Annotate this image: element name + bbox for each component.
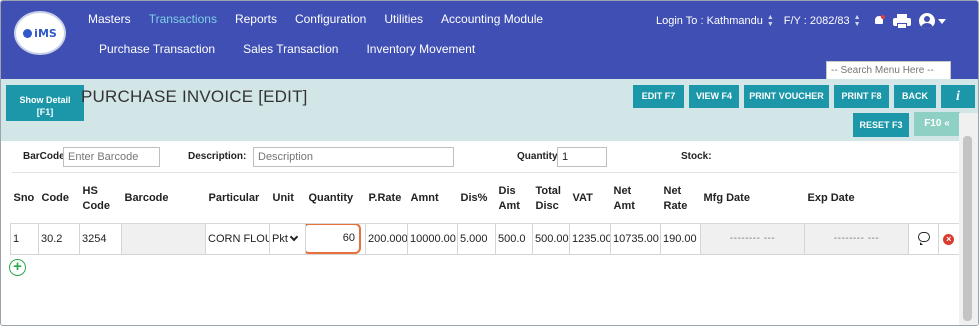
header-amnt: Amnt: [407, 175, 458, 224]
logo-icon: [23, 28, 33, 38]
cell-vat: 1235.00: [569, 222, 611, 255]
cell-amnt: 10000.00: [407, 222, 458, 255]
header-dis-amt: Dis Amt: [495, 175, 533, 224]
show-detail-button[interactable]: Show Detail [F1]: [6, 85, 84, 121]
header-code: Code: [38, 175, 80, 224]
user-toolbar: Login To : Kathmandu ▲ ▼ F/Y : 2082/83 ▲ ▼: [656, 13, 946, 29]
cell-dis-amt[interactable]: 500.0: [495, 222, 533, 255]
printer-icon[interactable]: [892, 13, 911, 29]
table-header-row: Sno Code HS Code Barcode Particular Unit …: [10, 175, 959, 224]
submenu-sales-transaction[interactable]: Sales Transaction: [243, 42, 338, 56]
invoice-items-table: Sno Code HS Code Barcode Particular Unit …: [10, 175, 959, 255]
header-dis-percent: Dis%: [457, 175, 496, 224]
menu-accounting-module[interactable]: Accounting Module: [441, 12, 543, 26]
main-menu: Masters Transactions Reports Configurati…: [88, 12, 561, 26]
description-label: Description:: [188, 151, 247, 162]
location-switch-icon[interactable]: ▲ ▼: [767, 14, 774, 28]
fy-switch-icon[interactable]: ▲ ▼: [854, 14, 861, 28]
add-row-icon[interactable]: +: [9, 259, 26, 276]
logo-text: iMS: [34, 26, 57, 40]
chevron-down-icon[interactable]: [937, 18, 946, 24]
fy-value[interactable]: 2082/83: [810, 15, 850, 27]
header-barcode: Barcode: [121, 175, 206, 224]
submenu-inventory-movement[interactable]: Inventory Movement: [366, 42, 475, 56]
sub-menu: Purchase Transaction Sales Transaction I…: [99, 42, 503, 56]
cell-delete[interactable]: ×: [938, 222, 959, 255]
cell-sno: 1: [10, 222, 39, 255]
cell-particular[interactable]: CORN FLOU: [205, 222, 270, 255]
search-menu-input[interactable]: [826, 61, 951, 80]
info-button[interactable]: i: [941, 85, 975, 108]
view-button[interactable]: VIEW F4: [689, 85, 739, 108]
quantity-label: Quantity: [517, 151, 558, 162]
header-prate: P.Rate: [365, 175, 408, 224]
quantity-input[interactable]: [557, 147, 607, 167]
show-detail-key: [F1]: [36, 106, 54, 117]
cell-mfg-date[interactable]: -------- ---: [700, 222, 805, 255]
edit-button[interactable]: EDIT F7: [633, 85, 684, 108]
user-avatar-icon[interactable]: [918, 13, 935, 29]
delete-icon[interactable]: ×: [943, 233, 955, 245]
menu-utilities[interactable]: Utilities: [384, 12, 423, 26]
print-voucher-button[interactable]: PRINT VOUCHER: [744, 85, 829, 108]
cell-comment[interactable]: [908, 222, 939, 255]
page-title: PURCHASE INVOICE [EDIT]: [81, 87, 308, 106]
header-mfg-date: Mfg Date: [700, 175, 805, 224]
cell-barcode[interactable]: [121, 222, 206, 255]
menu-reports[interactable]: Reports: [235, 12, 277, 26]
f10-toggle-button[interactable]: F10 «: [914, 112, 960, 136]
login-label: Login To :: [656, 15, 704, 27]
header-hs-code: HS Code: [79, 175, 122, 224]
header-exp-date: Exp Date: [804, 175, 909, 224]
barcode-label: BarCode: [23, 151, 65, 162]
cell-prate[interactable]: 200.000: [365, 222, 408, 255]
ims-logo[interactable]: iMS: [14, 11, 66, 55]
description-input[interactable]: [253, 147, 454, 167]
menu-transactions[interactable]: Transactions: [149, 12, 217, 26]
header-net-amt: Net Amt: [610, 175, 661, 224]
top-navbar: iMS Masters Transactions Reports Configu…: [1, 1, 978, 80]
cell-total-disc: 500.00: [532, 222, 570, 255]
cell-net-amt: 10735.00: [610, 222, 661, 255]
header-actions: [908, 175, 939, 224]
submenu-purchase-transaction[interactable]: Purchase Transaction: [99, 42, 215, 56]
header-delete: [938, 175, 959, 224]
print-button[interactable]: PRINT F8: [834, 85, 889, 108]
cell-quantity[interactable]: 60: [305, 222, 366, 255]
header-particular: Particular: [205, 175, 270, 224]
login-location[interactable]: Kathmandu: [707, 15, 763, 27]
menu-configuration[interactable]: Configuration: [295, 12, 366, 26]
quantity-row-input[interactable]: 60: [306, 224, 361, 253]
menu-masters[interactable]: Masters: [88, 12, 131, 26]
cell-code[interactable]: 30.2: [38, 222, 80, 255]
back-button[interactable]: BACK: [894, 85, 936, 108]
app-window: iMS Masters Transactions Reports Configu…: [0, 0, 979, 326]
header-sno: Sno: [10, 175, 39, 224]
stock-label: Stock:: [681, 151, 712, 162]
header-net-rate: Net Rate: [660, 175, 701, 224]
comment-icon[interactable]: [917, 232, 930, 245]
unit-value: Pkt: [272, 232, 288, 245]
reset-button[interactable]: RESET F3: [853, 113, 909, 137]
scrollbar-thumb[interactable]: [963, 136, 972, 321]
cell-net-rate: 190.00: [660, 222, 701, 255]
show-detail-label: Show Detail: [19, 94, 71, 105]
unit-select[interactable]: Pkt: [272, 232, 303, 245]
cell-dis-percent[interactable]: 5.000: [457, 222, 496, 255]
barcode-input[interactable]: [63, 147, 160, 167]
header-unit: Unit: [269, 175, 306, 224]
header-total-disc: Total Disc: [532, 175, 570, 224]
fy-label: F/Y :: [783, 15, 807, 27]
table-row[interactable]: 1 30.2 3254 CORN FLOU Pkt 60 200.000 100…: [10, 222, 959, 255]
header-quantity: Quantity: [305, 175, 366, 224]
notification-bell-icon[interactable]: [873, 15, 885, 27]
header-vat: VAT: [569, 175, 611, 224]
cell-exp-date[interactable]: -------- ---: [804, 222, 909, 255]
cell-hs-code[interactable]: 3254: [79, 222, 122, 255]
chevron-down-icon: [289, 232, 299, 241]
cell-unit[interactable]: Pkt: [269, 222, 306, 255]
